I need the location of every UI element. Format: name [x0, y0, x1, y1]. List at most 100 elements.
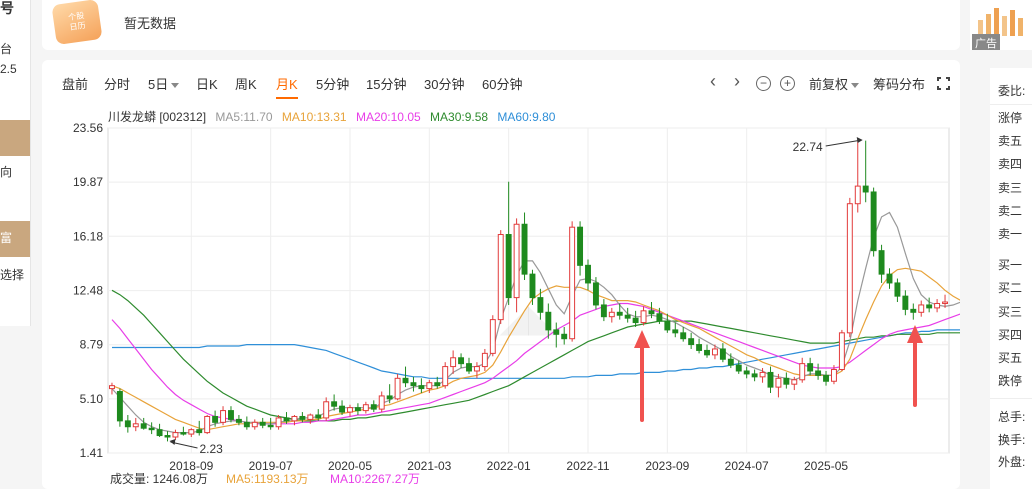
candle-body: [291, 415, 298, 422]
candle-body: [830, 369, 837, 382]
ad-banner[interactable]: 广告: [970, 0, 1032, 50]
calendar-icon-line2: 日历: [69, 20, 87, 33]
candle-body: [505, 234, 512, 299]
kline-card: 盘前 分时 5日 日K 周K 月K 5分钟 15分钟 30分钟 60分钟 ‹ ›…: [42, 60, 960, 489]
candle-body: [402, 377, 409, 384]
candle-body: [608, 311, 615, 318]
order-book-row-label: 买五: [998, 351, 1023, 365]
candle-body: [386, 395, 393, 400]
candle-body: [473, 366, 480, 372]
candle-body: [600, 304, 607, 318]
candle-body: [481, 352, 488, 368]
candle-body: [656, 313, 663, 322]
candle-body: [283, 417, 290, 422]
red-arrow-up-icon: [634, 330, 650, 348]
candle-body: [172, 432, 179, 438]
stock-page: 号 台 2.5 向 富 选择 个股 日历 暂无数据 广告 盘前 分时 5日 日K…: [0, 0, 1032, 489]
order-ratio-label: 委比:: [998, 84, 1026, 98]
x-tick-label: 2021-03: [407, 459, 451, 473]
candle-body: [704, 349, 710, 356]
candle-body: [711, 348, 718, 356]
y-tick-label: 19.87: [73, 175, 103, 189]
candle-body: [719, 348, 726, 360]
left-info-panel: 号 台 2.5 向 富 选择: [0, 0, 31, 326]
x-tick-label: 2018-09: [169, 459, 213, 473]
candle-body: [489, 319, 496, 354]
candle-body: [537, 297, 544, 313]
candle-body: [228, 410, 234, 420]
candle-body: [124, 420, 131, 428]
candle-body: [243, 421, 250, 428]
left-text-4[interactable]: 向: [0, 163, 12, 180]
candle-body: [362, 404, 369, 412]
volume-label: 成交量: 1246.08万: [110, 471, 208, 486]
high-arrow-icon: [856, 137, 863, 144]
volume-ma5: MA5:1193.13万: [226, 472, 309, 486]
candle-body: [220, 410, 227, 423]
candle-body: [918, 304, 925, 313]
divider: [990, 398, 1032, 399]
candle-body: [442, 366, 449, 387]
left-text-6[interactable]: 选择: [0, 266, 24, 283]
candle-body: [545, 311, 552, 331]
x-tick-label: 2024-07: [725, 459, 769, 473]
candle-body: [347, 407, 353, 413]
candle-body: [204, 415, 211, 434]
ad-label: 广告: [972, 34, 1000, 50]
candle-body: [799, 363, 806, 381]
candle-body: [942, 301, 948, 304]
y-tick-label: 8.79: [80, 338, 104, 352]
calendar-icon[interactable]: 个股 日历: [51, 0, 103, 46]
candle-body: [529, 273, 536, 299]
left-band-1: [0, 120, 30, 156]
candle-body: [561, 333, 568, 340]
candle-body: [775, 377, 782, 388]
order-book-panel: 委比: 涨停 卖五 卖四 卖三 卖二 卖一 买一 买二 买三 买四 买五 跌停 总手: 换手: 外盘:: [990, 68, 1032, 489]
candle-body: [577, 226, 584, 266]
high-marker-line: [825, 139, 862, 147]
candle-body: [672, 329, 679, 334]
candle-body: [585, 264, 591, 284]
trade-stat-label: 外盘:: [998, 455, 1026, 469]
candle-body: [521, 223, 528, 275]
candle-body: [378, 395, 385, 410]
left-text-3: 2.5: [0, 62, 17, 76]
candle-body: [592, 282, 599, 306]
kline-chart[interactable]: 23.56 19.87 16.18 12.48 8.79 5.10 1.41 2018-09 2…: [42, 60, 960, 489]
order-book-row-label: 买一: [998, 258, 1023, 273]
candle-body: [680, 332, 687, 340]
candle-body: [854, 185, 861, 205]
candle-body: [616, 311, 623, 316]
candle-body: [823, 374, 829, 382]
candle-body: [426, 382, 433, 390]
candle-body: [632, 317, 639, 324]
candle-body: [434, 382, 441, 387]
candle-body: [299, 415, 306, 420]
order-book-row-label: 卖五: [998, 134, 1023, 149]
candle-body: [640, 310, 647, 324]
candle-body: [466, 363, 472, 372]
candle-body: [846, 203, 853, 334]
x-tick-label: 2025-05: [804, 459, 848, 473]
candle-body: [140, 423, 147, 429]
candle-body: [894, 282, 901, 297]
candle-body: [807, 363, 814, 372]
candle-body: [331, 401, 338, 407]
candle-body: [751, 373, 758, 378]
calendar-notice-bar: 个股 日历 暂无数据: [42, 0, 960, 50]
candle-body: [878, 250, 885, 275]
low-annotation: 2.23: [200, 442, 224, 456]
candle-body: [902, 295, 909, 310]
candle-body: [926, 304, 933, 309]
y-tick-label: 23.56: [73, 121, 103, 135]
x-tick-label: 2022-01: [487, 459, 531, 473]
candle-body: [418, 385, 425, 390]
candle-body: [696, 344, 703, 351]
candle-body: [180, 432, 187, 435]
ma10-line: [111, 267, 960, 431]
candle-body: [791, 379, 798, 385]
candle-body: [109, 385, 115, 390]
y-tick-label: 5.10: [80, 392, 104, 406]
order-book-row-label: 买二: [998, 281, 1023, 296]
candle-body: [148, 427, 155, 431]
